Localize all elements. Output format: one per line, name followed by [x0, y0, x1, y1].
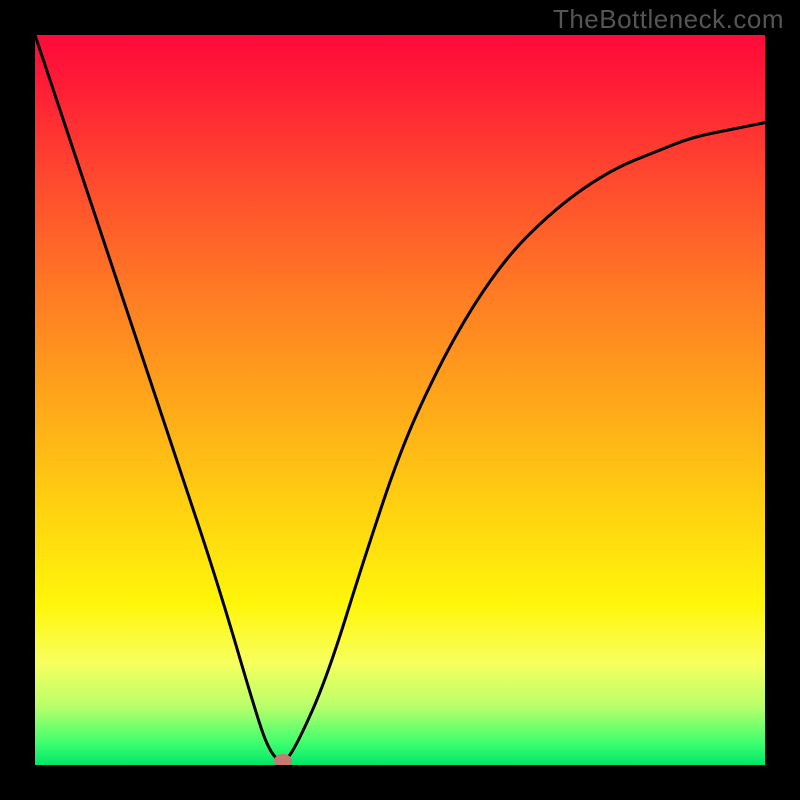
curve-path: [35, 35, 765, 761]
watermark-text: TheBottleneck.com: [553, 4, 784, 35]
bottleneck-curve: [35, 35, 765, 765]
bottleneck-marker: [274, 754, 292, 765]
chart-frame: TheBottleneck.com: [0, 0, 800, 800]
plot-area: [35, 35, 765, 765]
